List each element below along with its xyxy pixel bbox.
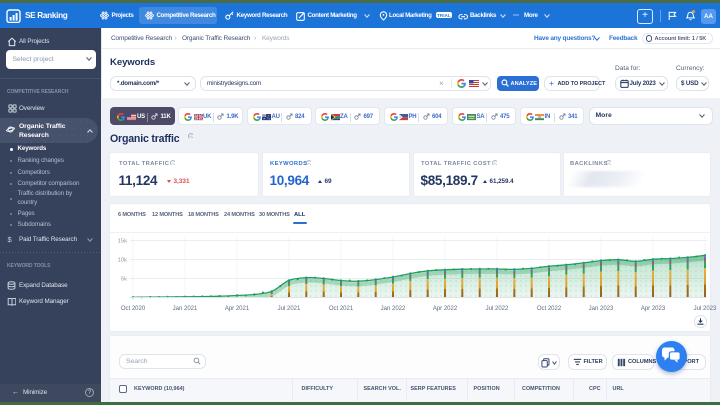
svg-text:Jan 2021: Jan 2021 bbox=[173, 306, 198, 312]
svg-text:Oct 2022: Oct 2022 bbox=[537, 306, 562, 312]
svg-text:15k: 15k bbox=[118, 239, 127, 245]
svg-text:Jan 2022: Jan 2022 bbox=[381, 306, 406, 312]
svg-text:Oct 2021: Oct 2021 bbox=[329, 306, 354, 312]
svg-text:Oct 2020: Oct 2020 bbox=[121, 306, 146, 312]
svg-text:Jul 2021: Jul 2021 bbox=[278, 306, 301, 312]
svg-text:Jul 2022: Jul 2022 bbox=[486, 306, 509, 312]
svg-text:Apr 2022: Apr 2022 bbox=[433, 306, 458, 312]
svg-text:Apr 2021: Apr 2021 bbox=[225, 306, 250, 312]
svg-text:Jul 2023: Jul 2023 bbox=[694, 306, 717, 312]
svg-text:5k: 5k bbox=[121, 277, 127, 283]
svg-text:Jan 2023: Jan 2023 bbox=[589, 306, 614, 312]
svg-text:Apr 2023: Apr 2023 bbox=[641, 306, 666, 312]
svg-text:10k: 10k bbox=[118, 258, 127, 264]
